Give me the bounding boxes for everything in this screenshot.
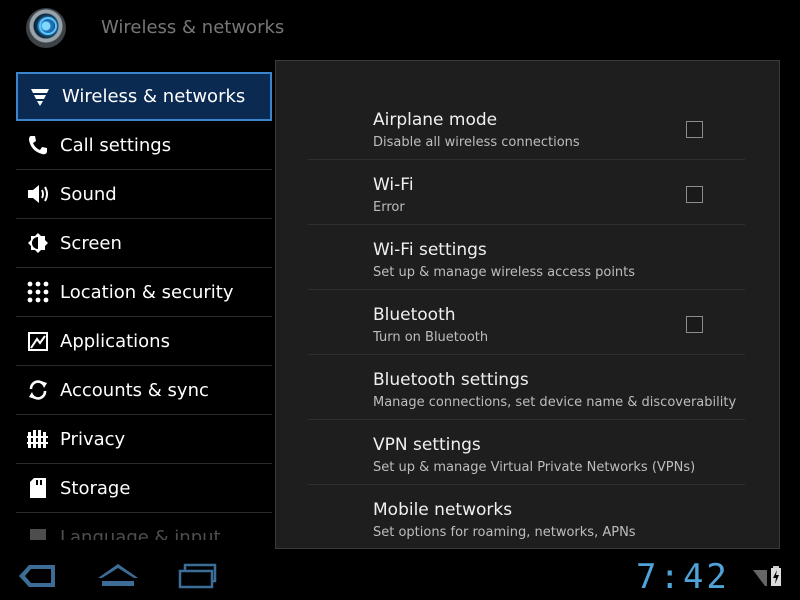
pref-summary: Disable all wireless connections xyxy=(373,135,580,150)
sidebar-item-language-input[interactable]: Language & input xyxy=(16,513,272,540)
sidebar-item-label: Location & security xyxy=(60,281,234,303)
pref-summary: Set up & manage Virtual Private Networks… xyxy=(373,460,696,475)
sidebar-item-location-security[interactable]: Location & security xyxy=(16,268,272,317)
pref-summary: Set options for roaming, networks, APNs xyxy=(373,525,636,540)
pref-vpn-settings[interactable]: VPN settings Set up & manage Virtual Pri… xyxy=(308,420,745,485)
speaker-icon xyxy=(16,183,60,205)
sidebar-item-label: Accounts & sync xyxy=(60,379,209,401)
airplane-mode-checkbox[interactable] xyxy=(686,121,703,138)
pref-wifi-settings[interactable]: Wi-Fi settings Set up & manage wireless … xyxy=(308,225,745,290)
wifi-checkbox[interactable] xyxy=(686,186,703,203)
sidebar-item-call-settings[interactable]: Call settings xyxy=(16,121,272,170)
wifi-icon xyxy=(18,87,62,107)
brightness-icon xyxy=(16,232,60,254)
pref-summary: Set up & manage wireless access points xyxy=(373,265,636,280)
sidebar-item-screen[interactable]: Screen xyxy=(16,219,272,268)
sd-card-icon xyxy=(16,477,60,499)
pref-wifi[interactable]: Wi-Fi Error xyxy=(308,160,745,225)
pref-title: Wi-Fi settings xyxy=(373,240,487,260)
sidebar-item-storage[interactable]: Storage xyxy=(16,464,272,513)
settings-category-list: Wireless & networks Call settings Sound … xyxy=(16,72,273,540)
sidebar-item-label: Privacy xyxy=(60,428,126,450)
sidebar-item-applications[interactable]: Applications xyxy=(16,317,272,366)
status-icons xyxy=(753,566,782,590)
settings-app-icon[interactable] xyxy=(26,8,66,48)
pref-summary: Error xyxy=(373,200,405,215)
pref-title: Mobile networks xyxy=(373,500,513,520)
signal-icon xyxy=(753,566,767,590)
pref-title: VPN settings xyxy=(373,435,481,455)
bluetooth-checkbox[interactable] xyxy=(686,316,703,333)
pref-bluetooth-settings[interactable]: Bluetooth settings Manage connections, s… xyxy=(308,355,745,420)
pref-title: Bluetooth xyxy=(373,305,456,325)
pref-summary: Turn on Bluetooth xyxy=(373,330,489,345)
language-icon xyxy=(16,527,60,540)
pref-bluetooth[interactable]: Bluetooth Turn on Bluetooth xyxy=(308,290,745,355)
sidebar-item-label: Screen xyxy=(60,232,122,254)
home-icon[interactable] xyxy=(96,560,140,592)
pref-airplane-mode[interactable]: Airplane mode Disable all wireless conne… xyxy=(308,95,745,160)
privacy-icon xyxy=(16,428,60,450)
pref-title: Wi-Fi xyxy=(373,175,414,195)
sidebar-item-label: Call settings xyxy=(60,134,172,156)
sidebar-item-label: Storage xyxy=(60,477,131,499)
action-bar: Wireless & networks xyxy=(0,0,800,58)
back-icon[interactable] xyxy=(16,560,58,592)
sidebar-item-sound[interactable]: Sound xyxy=(16,170,272,219)
sidebar-item-label: Sound xyxy=(60,183,117,205)
pref-mobile-networks[interactable]: Mobile networks Set options for roaming,… xyxy=(308,485,745,548)
sidebar-item-privacy[interactable]: Privacy xyxy=(16,415,272,464)
pref-summary: Manage connections, set device name & di… xyxy=(373,395,737,410)
sidebar-item-wireless-networks[interactable]: Wireless & networks xyxy=(16,72,272,121)
sync-icon xyxy=(16,379,60,401)
recent-apps-icon[interactable] xyxy=(176,560,218,592)
status-clock: 7:42 xyxy=(636,557,730,597)
sidebar-item-label: Applications xyxy=(60,330,170,352)
phone-icon xyxy=(16,134,60,156)
pref-title: Airplane mode xyxy=(373,110,498,130)
pref-title: Bluetooth settings xyxy=(373,370,529,390)
sidebar-item-label: Language & input xyxy=(60,526,221,541)
applications-icon xyxy=(16,330,60,352)
battery-charging-icon xyxy=(770,566,782,590)
preferences-panel: Airplane mode Disable all wireless conne… xyxy=(275,60,780,549)
location-grid-icon xyxy=(16,281,60,303)
page-title: Wireless & networks xyxy=(101,17,285,38)
sidebar-item-label: Wireless & networks xyxy=(62,86,246,107)
sidebar-item-accounts-sync[interactable]: Accounts & sync xyxy=(16,366,272,415)
